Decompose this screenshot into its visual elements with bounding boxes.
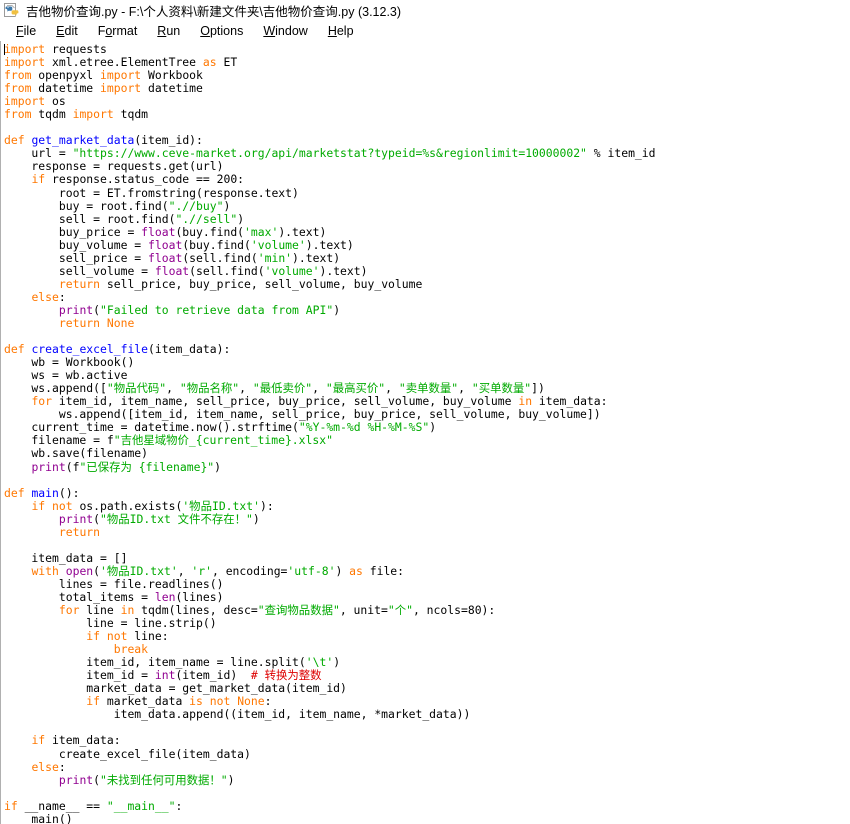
window-title: 吉他物价查询.py - F:\个人资料\新建文件夹\吉他物价查询.py (3.1…: [26, 5, 402, 19]
python-idle-icon: [4, 2, 20, 19]
text-caret: [4, 44, 5, 55]
menu-item-edit[interactable]: Edit: [46, 24, 88, 38]
title-bar: 吉他物价查询.py - F:\个人资料\新建文件夹\吉他物价查询.py (3.1…: [0, 0, 850, 21]
source-code[interactable]: import requests import xml.etree.Element…: [1, 41, 850, 824]
menu-item-window[interactable]: Window: [253, 24, 317, 38]
menu-item-help[interactable]: Help: [318, 24, 364, 38]
menu-item-options[interactable]: Options: [190, 24, 253, 38]
menu-item-run[interactable]: Run: [147, 24, 190, 38]
code-editor[interactable]: import requests import xml.etree.Element…: [0, 41, 850, 824]
menu-item-file[interactable]: File: [6, 24, 46, 38]
menu-item-format[interactable]: Format: [88, 24, 148, 38]
menu-bar: File Edit Format Run Options Window Help: [0, 21, 850, 41]
